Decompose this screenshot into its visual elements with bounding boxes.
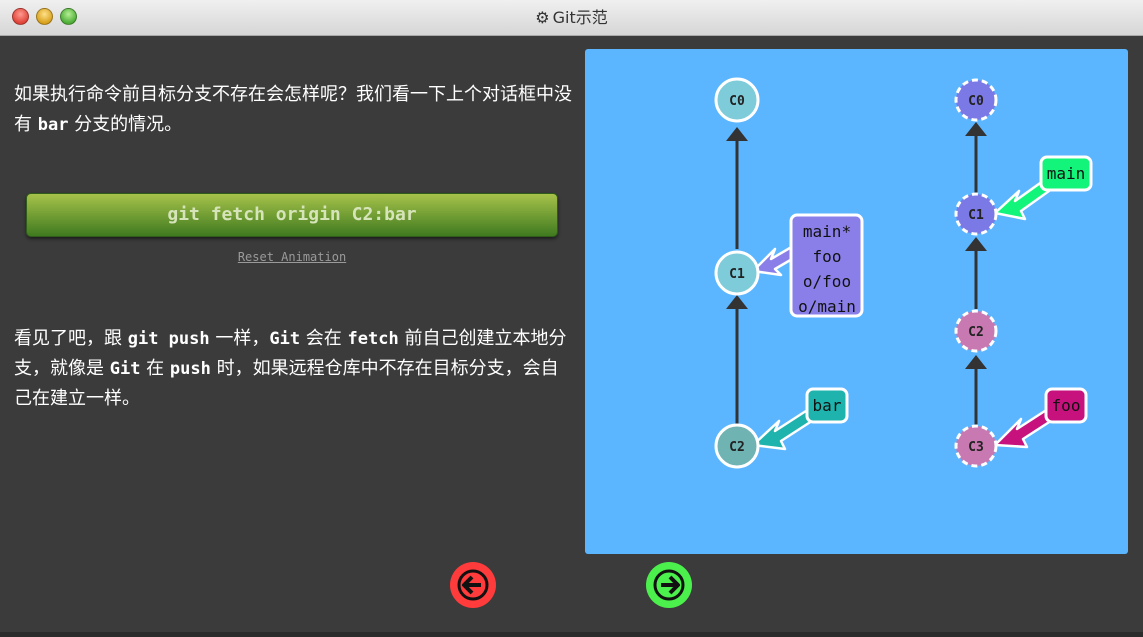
git-visualization: C0 C1 C2 C0 C1 C2 C3 main* foo o/foo o/m… [585,49,1128,554]
svg-text:main: main [1047,164,1086,183]
arrow-left-icon [457,569,489,601]
window-titlebar: ⚙ Git示范 [0,0,1143,36]
svg-text:foo: foo [1052,396,1081,415]
svg-text:main*: main* [803,222,851,241]
svg-text:o/main: o/main [798,297,856,316]
branch-label-foo[interactable]: foo [1044,387,1088,424]
window-title: ⚙ Git示范 [535,8,608,27]
arrow-right-icon [653,569,685,601]
remote-edges [965,122,987,427]
svg-text:C2: C2 [968,325,984,340]
instruction-pane: 如果执行命令前目标分支不存在会怎样呢？我们看一下上个对话框中没有 bar 分支的… [0,36,580,637]
svg-text:C3: C3 [968,440,984,455]
local-commit-c2[interactable]: C2 [714,423,760,469]
svg-text:C1: C1 [729,267,745,282]
bottom-edge [0,632,1143,637]
previous-button[interactable] [450,562,496,608]
inline-code: push [169,359,211,379]
explanation-paragraph: 看见了吧，跟 git push 一样，Git 会在 fetch 前自己创建立本地… [14,328,567,409]
svg-text:o/foo: o/foo [803,272,851,291]
svg-text:C1: C1 [968,208,984,223]
svg-text:bar: bar [813,396,842,415]
inline-code: bar [37,115,69,135]
local-commit-c1[interactable]: C1 [714,250,760,296]
branch-label-main-stack[interactable]: main* foo o/foo o/main [789,213,864,318]
remote-commit-c3[interactable]: C3 [954,424,998,468]
svg-text:C0: C0 [729,94,745,109]
branch-label-main-remote[interactable]: main [1039,155,1093,192]
svg-text:C2: C2 [729,440,745,455]
remote-commit-c1[interactable]: C1 [954,192,998,236]
next-button[interactable] [646,562,692,608]
reset-animation-link[interactable]: Reset Animation [0,250,584,264]
inline-code: Git [269,329,301,349]
inline-code: Git [109,359,141,379]
edge-arrow [965,355,987,369]
svg-text:C0: C0 [968,94,984,109]
edge-arrow [726,127,748,141]
commit-graph: C0 C1 C2 C0 C1 C2 C3 main* foo o/foo o/m… [714,77,1093,469]
edge-arrow [965,122,987,136]
local-commit-c0[interactable]: C0 [714,77,760,123]
inline-code: git push [127,329,210,349]
branch-label-bar[interactable]: bar [805,387,849,424]
svg-text:foo: foo [813,247,842,266]
remote-commit-c0[interactable]: C0 [954,78,998,122]
remote-commit-c2[interactable]: C2 [954,309,998,353]
run-command-button[interactable]: git fetch origin C2:bar [26,193,558,237]
edge-arrow [726,295,748,309]
inline-code: fetch [347,329,399,349]
edge-arrow [965,237,987,251]
gear-icon: ⚙ [535,8,550,27]
intro-paragraph: 如果执行命令前目标分支不存在会怎样呢？我们看一下上个对话框中没有 bar 分支的… [14,84,572,135]
